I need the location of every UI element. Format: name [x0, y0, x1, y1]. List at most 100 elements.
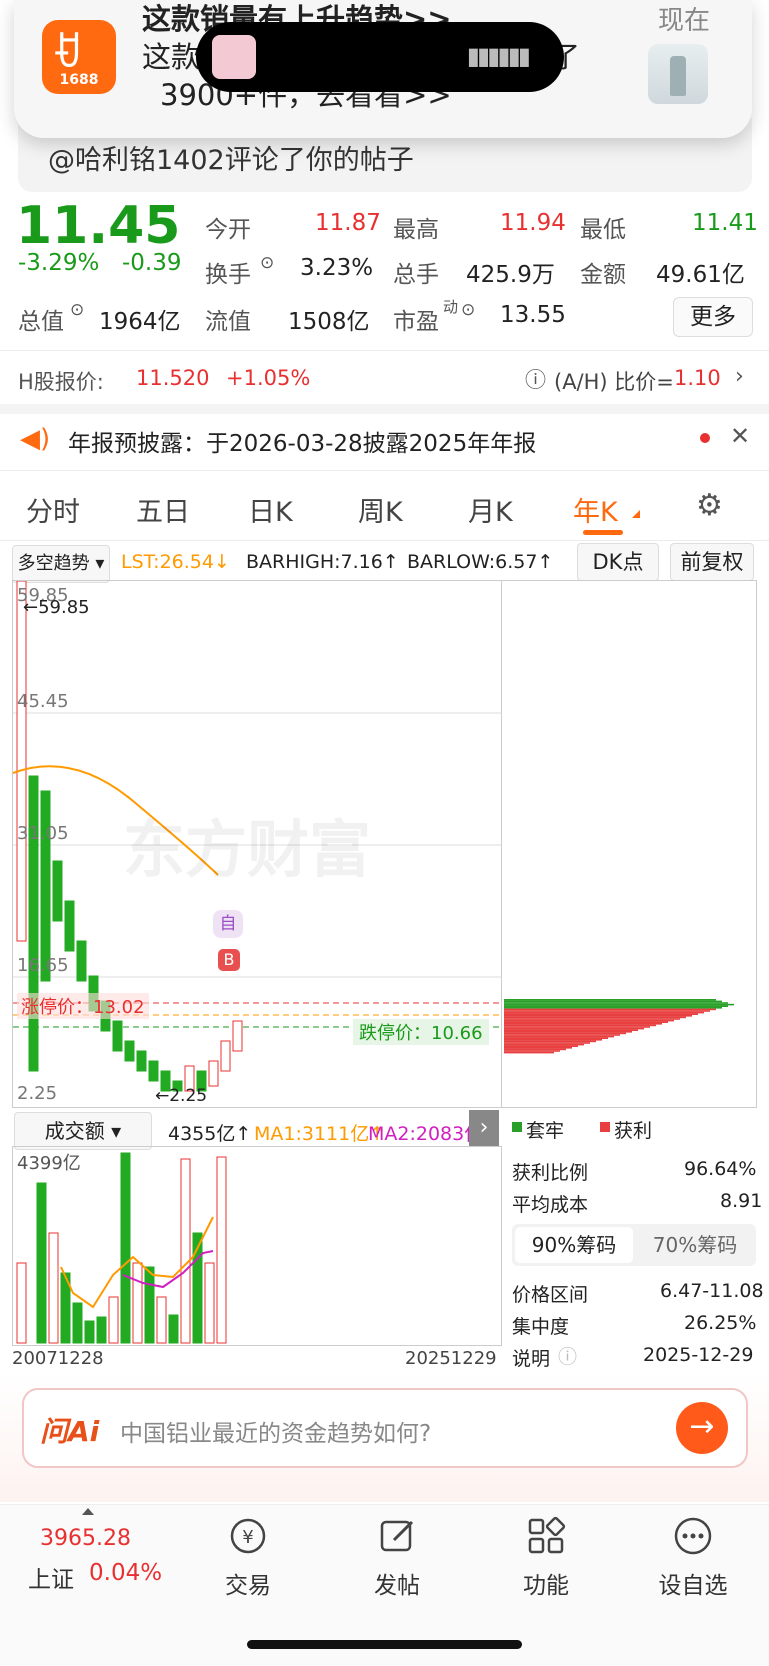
- candle: [112, 1020, 123, 1052]
- index-name[interactable]: 上证: [28, 1560, 74, 1594]
- tab-five-day[interactable]: 五日: [136, 490, 190, 529]
- expand-arrow-icon[interactable]: ›: [469, 1110, 499, 1146]
- profit-legend-swatch: [600, 1122, 610, 1132]
- chip-bar: [504, 1035, 614, 1038]
- nav-post[interactable]: 发帖: [352, 1566, 442, 1600]
- change-percent: -3.29%: [18, 250, 100, 276]
- tab-intraday[interactable]: 分时: [26, 490, 80, 529]
- pe-label: 市盈: [393, 309, 439, 335]
- candle: [64, 900, 75, 952]
- nav-functions[interactable]: 功能: [501, 1566, 591, 1600]
- ask-ai-box[interactable]: 问Ai 中国铝业最近的资金趋势如何? →: [22, 1388, 748, 1468]
- avg-cost-value: 8.91: [720, 1190, 763, 1212]
- ask-ai-input[interactable]: 中国铝业最近的资金趋势如何?: [120, 1414, 431, 1448]
- send-arrow-icon[interactable]: →: [676, 1402, 728, 1454]
- forward-adjust-button[interactable]: 前复权: [670, 543, 754, 581]
- more-button[interactable]: 更多: [673, 297, 753, 337]
- info-icon[interactable]: ⊙: [70, 300, 84, 320]
- ma1-value: MA1:3111亿↑: [254, 1123, 386, 1145]
- home-indicator: [247, 1640, 522, 1649]
- chip-bar: [504, 1045, 578, 1047]
- help-icon[interactable]: ⓘ: [525, 364, 546, 394]
- volume-indicator-select[interactable]: 成交额 ▾: [14, 1112, 152, 1150]
- turnover-label: 换手: [205, 262, 251, 288]
- volume-bar: [96, 1316, 107, 1344]
- candle: [76, 940, 87, 982]
- info-icon[interactable]: ⊙: [461, 300, 475, 320]
- pe-superscript: 动: [443, 298, 459, 316]
- dynamic-island[interactable]: ▮▮▮▮▮▮: [196, 22, 564, 92]
- kline-chart[interactable]: 东方财富 59.85 ←59.85 45.45 31.05 16.65 2.25…: [12, 580, 502, 1108]
- barhigh-value: BARHIGH:7.16↑: [246, 551, 399, 573]
- candle: [124, 1040, 135, 1062]
- tab-chip-90[interactable]: 90%筹码: [515, 1227, 633, 1263]
- concentration-value: 26.25%: [684, 1312, 757, 1334]
- low-value: 11.41: [692, 210, 758, 236]
- change-amount: -0.39: [122, 250, 182, 276]
- unread-dot: [700, 433, 710, 443]
- chip-bar: [504, 1015, 692, 1017]
- alibaba-logo-icon: ꀀ: [52, 31, 82, 75]
- tab-daily-k[interactable]: 日K: [248, 490, 293, 529]
- tab-weekly-k[interactable]: 周K: [358, 490, 403, 529]
- index-value[interactable]: 3965.28: [40, 1526, 131, 1551]
- app-logo-text: 1688: [59, 72, 99, 88]
- limit-up-price: 涨停价：13.02: [17, 993, 149, 1019]
- settings-gear-icon[interactable]: ⚙: [696, 488, 723, 523]
- nav-add-watchlist[interactable]: 设自选: [648, 1566, 738, 1600]
- active-tab-indicator: [583, 530, 623, 535]
- tab-yearly-k[interactable]: 年K: [573, 490, 618, 529]
- volume-bar: [48, 1232, 59, 1344]
- volume-label: 总手: [393, 262, 439, 288]
- nav-trade[interactable]: 交易: [203, 1566, 293, 1600]
- announcement-text[interactable]: 年报预披露：于2026-03-28披露2025年年报: [68, 424, 536, 458]
- volume-bar: [108, 1296, 119, 1344]
- ah-ratio-value[interactable]: 1.10: [674, 366, 721, 390]
- chevron-right-icon[interactable]: ›: [735, 364, 744, 389]
- volume-chart[interactable]: 4399亿: [12, 1146, 502, 1346]
- buy-point-tag[interactable]: B: [218, 949, 240, 971]
- volume-value: 4355亿↑: [168, 1123, 252, 1145]
- float-label: 流值: [205, 309, 251, 335]
- post-edit-icon[interactable]: [378, 1516, 418, 1556]
- tab-monthly-k[interactable]: 月K: [468, 490, 513, 529]
- expand-up-icon[interactable]: [82, 1508, 94, 1515]
- volume-bar: [144, 1266, 155, 1344]
- chip-bar: [504, 1031, 632, 1033]
- candle: [52, 860, 63, 922]
- dropdown-corner-icon: [632, 510, 640, 518]
- info-icon[interactable]: ⊙: [260, 253, 274, 273]
- candle: [136, 1050, 147, 1072]
- chip-bar: [504, 1002, 728, 1004]
- amount-label: 金额: [580, 262, 626, 288]
- ytick-2: 45.45: [17, 691, 69, 712]
- price-range-value: 6.47-11.08: [660, 1280, 764, 1302]
- indicator-select[interactable]: 多空趋势 ▾: [12, 545, 110, 583]
- index-change[interactable]: 0.04%: [89, 1560, 162, 1586]
- ask-ai-logo: 问Ai: [40, 1415, 100, 1448]
- functions-grid-icon[interactable]: [526, 1516, 566, 1556]
- dk-point-button[interactable]: DK点: [577, 543, 659, 581]
- volume-value: 425.9万: [466, 262, 555, 288]
- profit-ratio-value: 96.64%: [684, 1158, 757, 1180]
- concentration-label: 集中度: [512, 1316, 570, 1338]
- trade-icon[interactable]: ¥: [228, 1516, 268, 1556]
- chip-bar: [504, 1018, 680, 1020]
- chip-bar: [504, 1007, 722, 1009]
- tab-chip-70[interactable]: 70%筹码: [636, 1227, 754, 1263]
- limit-down-price: 跌停价：10.66: [353, 1019, 489, 1045]
- close-icon[interactable]: ✕: [730, 422, 750, 450]
- self-select-tag[interactable]: 自: [213, 910, 243, 938]
- chip-bar: [504, 1048, 566, 1051]
- chip-bar: [504, 1026, 650, 1028]
- high-value: 11.94: [500, 210, 566, 236]
- more-dots-icon[interactable]: [673, 1516, 713, 1556]
- amount-value: 49.61亿: [656, 262, 745, 288]
- turnover-value: 3.23%: [300, 255, 374, 281]
- audio-wave-icon: ▮▮▮▮▮▮: [466, 42, 531, 70]
- volume-max-label: 4399亿: [17, 1153, 81, 1174]
- lst-value: LST:26.54↓: [121, 551, 230, 573]
- info-icon[interactable]: ⓘ: [558, 1342, 577, 1369]
- volume-bar: [168, 1314, 179, 1344]
- chip-bar: [504, 1029, 638, 1031]
